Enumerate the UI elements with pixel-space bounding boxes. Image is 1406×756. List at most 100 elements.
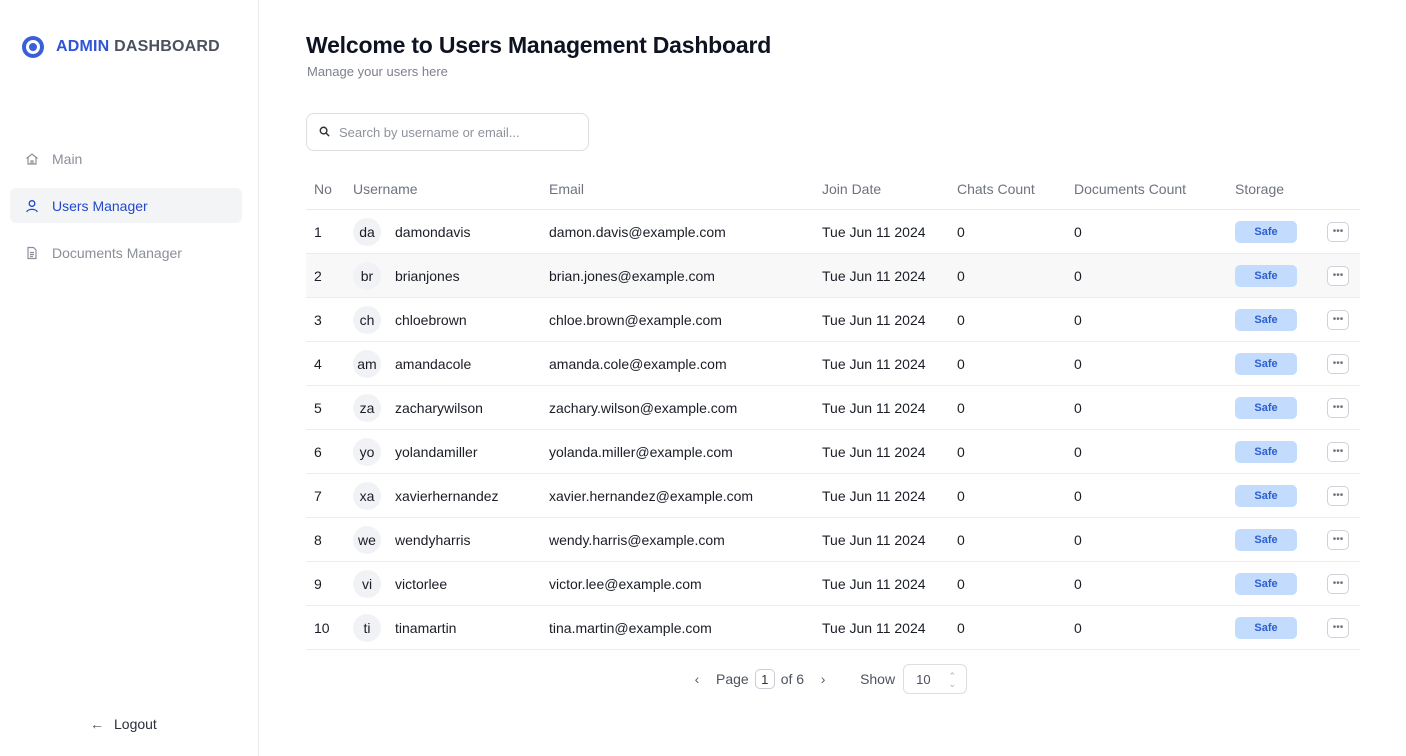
cell-chats-count: 0	[957, 487, 965, 504]
chevron-updown-icon: ⌃ ⌄	[948, 671, 957, 689]
brand-title-bold: ADMIN	[56, 38, 110, 55]
cell-email: brian.jones@example.com	[549, 267, 715, 284]
search-input[interactable]	[339, 124, 569, 140]
storage-badge: Safe	[1235, 396, 1297, 419]
storage-badge: Safe	[1235, 220, 1297, 243]
page-subtitle: Manage your users here	[307, 64, 448, 79]
column-header-documents-count[interactable]: Documents Count	[1074, 181, 1235, 197]
table-row[interactable]: 2 br brianjones brian.jones@example.com T…	[306, 254, 1360, 298]
cell-chats-count: 0	[957, 575, 965, 592]
table-row[interactable]: 9 vi victorlee victor.lee@example.com Tue…	[306, 562, 1360, 606]
cell-username: am amandacole	[353, 349, 549, 378]
more-options-icon[interactable]: •••	[1327, 221, 1349, 242]
storage-badge: Safe	[1235, 308, 1297, 331]
cell-no: 3	[314, 311, 322, 328]
cell-chats-count: 0	[957, 531, 965, 548]
page-number-input[interactable]: 1	[754, 669, 775, 689]
cell-chats-count: 0	[957, 355, 965, 372]
storage-badge: Safe	[1235, 528, 1297, 551]
column-header-no[interactable]: No	[306, 181, 353, 197]
username-text: victorlee	[395, 575, 448, 592]
next-page-button[interactable]: ›	[816, 671, 830, 687]
storage-badge: Safe	[1235, 264, 1297, 287]
username-text: wendyharris	[395, 531, 471, 548]
cell-documents-count: 0	[1074, 223, 1082, 240]
avatar: am	[353, 349, 381, 378]
sidebar: ADMIN DASHBOARD Main Users Manager Docum…	[0, 0, 259, 756]
column-header-chats-count[interactable]: Chats Count	[957, 181, 1074, 197]
column-header-storage[interactable]: Storage	[1235, 181, 1327, 197]
table-row[interactable]: 10 ti tinamartin tina.martin@example.com …	[306, 606, 1360, 650]
cell-storage: Safe	[1235, 396, 1327, 419]
home-icon	[24, 151, 40, 167]
username-text: xavierhernandez	[395, 487, 499, 504]
cell-chats-count: 0	[957, 619, 965, 636]
more-options-icon[interactable]: •••	[1327, 485, 1349, 506]
sidebar-item-main[interactable]: Main	[10, 141, 242, 176]
cell-username: vi victorlee	[353, 569, 549, 598]
cell-documents-count: 0	[1074, 399, 1082, 416]
logout-button[interactable]: ← Logout	[90, 716, 157, 732]
cell-chats-count: 0	[957, 443, 965, 460]
cell-chats-count: 0	[957, 399, 965, 416]
sidebar-item-users-manager[interactable]: Users Manager	[10, 188, 242, 223]
column-header-email[interactable]: Email	[549, 181, 822, 197]
more-options-icon[interactable]: •••	[1327, 441, 1349, 462]
more-options-icon[interactable]: •••	[1327, 309, 1349, 330]
cell-no: 2	[314, 267, 322, 284]
table-row[interactable]: 5 za zacharywilson zachary.wilson@example…	[306, 386, 1360, 430]
column-header-join-date[interactable]: Join Date	[822, 181, 957, 197]
cell-username: yo yolandamiller	[353, 437, 549, 466]
sidebar-item-label: Users Manager	[52, 197, 148, 214]
table-row[interactable]: 1 da damondavis damon.davis@example.com T…	[306, 210, 1360, 254]
cell-actions: •••	[1327, 397, 1360, 418]
cell-username: ch chloebrown	[353, 305, 549, 334]
column-header-username[interactable]: Username	[353, 181, 549, 197]
username-text: yolandamiller	[395, 443, 478, 460]
cell-chats-count: 0	[957, 311, 965, 328]
sidebar-item-documents-manager[interactable]: Documents Manager	[10, 235, 242, 270]
table-row[interactable]: 6 yo yolandamiller yolanda.miller@example…	[306, 430, 1360, 474]
username-text: damondavis	[395, 223, 471, 240]
page-title: Welcome to Users Management Dashboard	[306, 32, 772, 58]
table-row[interactable]: 7 xa xavierhernandez xavier.hernandez@exa…	[306, 474, 1360, 518]
cell-actions: •••	[1327, 441, 1360, 462]
page-total: of 6	[780, 671, 805, 687]
cell-documents-count: 0	[1074, 267, 1082, 284]
table-row[interactable]: 3 ch chloebrown chloe.brown@example.com T…	[306, 298, 1360, 342]
pagination: ‹ Page 1 of 6 › Show 10 ⌃ ⌄	[690, 664, 968, 694]
cell-email: yolanda.miller@example.com	[549, 443, 733, 460]
table-row[interactable]: 4 am amandacole amanda.cole@example.com T…	[306, 342, 1360, 386]
brand: ADMIN DASHBOARD	[22, 36, 220, 58]
table-row[interactable]: 8 we wendyharris wendy.harris@example.com…	[306, 518, 1360, 562]
more-options-icon[interactable]: •••	[1327, 265, 1349, 286]
sidebar-item-label: Documents Manager	[52, 244, 182, 261]
more-options-icon[interactable]: •••	[1327, 353, 1349, 374]
avatar: vi	[353, 569, 381, 598]
prev-page-button[interactable]: ‹	[690, 671, 704, 687]
search-box[interactable]	[306, 113, 589, 151]
cell-email: amanda.cole@example.com	[549, 355, 727, 372]
show-label: Show	[860, 671, 896, 687]
brand-title-rest: DASHBOARD	[114, 38, 220, 55]
cell-actions: •••	[1327, 529, 1360, 550]
avatar: ti	[353, 613, 381, 642]
cell-no: 9	[314, 575, 322, 592]
cell-documents-count: 0	[1074, 487, 1082, 504]
cell-username: we wendyharris	[353, 525, 549, 554]
more-options-icon[interactable]: •••	[1327, 529, 1349, 550]
cell-email: chloe.brown@example.com	[549, 311, 722, 328]
cell-storage: Safe	[1235, 264, 1327, 287]
cell-actions: •••	[1327, 485, 1360, 506]
cell-actions: •••	[1327, 221, 1360, 242]
page-size-select[interactable]: 10 ⌃ ⌄	[903, 664, 968, 694]
more-options-icon[interactable]: •••	[1327, 397, 1349, 418]
more-options-icon[interactable]: •••	[1327, 573, 1349, 594]
cell-actions: •••	[1327, 617, 1360, 638]
page-size-value: 10	[916, 671, 931, 687]
cell-actions: •••	[1327, 309, 1360, 330]
brand-title: ADMIN DASHBOARD	[56, 38, 220, 56]
cell-documents-count: 0	[1074, 355, 1082, 372]
more-options-icon[interactable]: •••	[1327, 617, 1349, 638]
cell-join-date: Tue Jun 11 2024	[822, 399, 926, 416]
